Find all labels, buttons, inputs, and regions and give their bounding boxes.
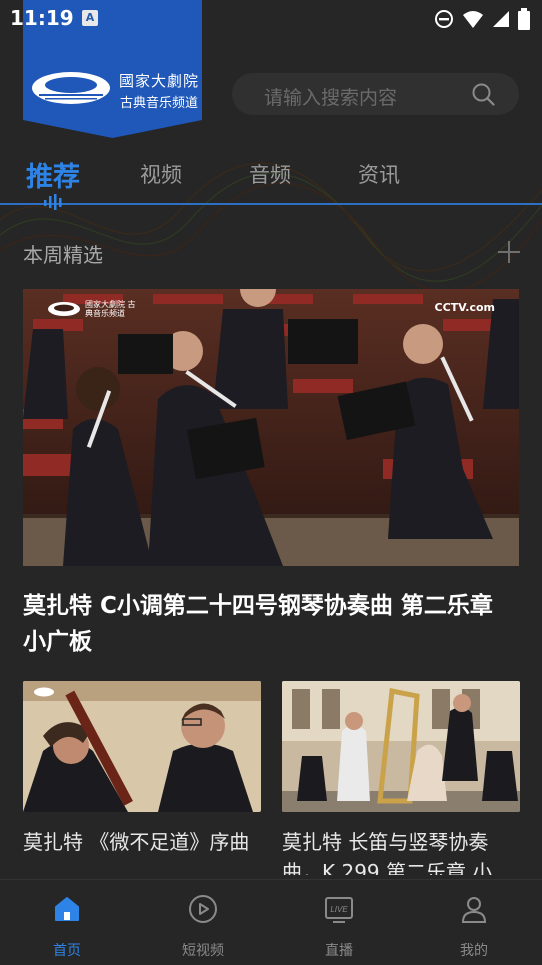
home-icon <box>55 897 79 921</box>
logo-title: 國家大劇院 <box>119 72 200 90</box>
channel-logo-watermark <box>34 687 54 697</box>
live-icon: LIVE <box>325 897 353 923</box>
system-icons <box>434 8 530 30</box>
video-card-thumbnail[interactable] <box>282 681 520 812</box>
section-title: 本周精选 <box>23 243 103 267</box>
tab-indicator-icon <box>44 194 62 210</box>
nav-home[interactable]: 首页 <box>27 894 107 960</box>
bottom-navigation: 首页 短视频 LIVE 直播 我的 <box>0 879 542 965</box>
channel-logo-watermark <box>48 302 80 316</box>
user-icon <box>461 897 487 923</box>
featured-title[interactable]: 莫扎特 C小调第二十四号钢琴协奏曲 第二乐章 小广板 <box>23 588 513 660</box>
svg-text:LIVE: LIVE <box>330 905 348 914</box>
tab-underline <box>0 203 542 205</box>
nav-label: 直播 <box>325 943 353 959</box>
more-plus-icon[interactable] <box>498 241 520 263</box>
nav-label: 短视频 <box>182 943 224 959</box>
bassoon-scene <box>23 681 261 812</box>
search-placeholder: 请输入搜索内容 <box>264 87 398 109</box>
tab-audio[interactable]: 音频 <box>249 159 291 189</box>
wave-decoration <box>0 162 542 293</box>
notification-icon: A <box>82 10 98 26</box>
video-card-title[interactable]: 莫扎特 长笛与竖琴协奏曲，K.299 第二乐章 小 <box>282 827 520 875</box>
wifi-icon <box>463 11 483 28</box>
search-bar[interactable]: 请输入搜索内容 <box>232 73 519 115</box>
category-tabs: 推荐 视频 音频 资讯 <box>0 155 542 203</box>
search-icon[interactable] <box>471 82 495 106</box>
nav-label: 我的 <box>460 943 488 959</box>
status-time: 11:19 <box>10 6 74 30</box>
play-circle-icon <box>189 895 217 923</box>
nav-label: 首页 <box>53 943 81 959</box>
video-card-title[interactable]: 莫扎特 《微不足道》序曲 <box>23 827 261 875</box>
nav-live[interactable]: LIVE 直播 <box>299 894 379 960</box>
nav-short-video[interactable]: 短视频 <box>163 894 243 960</box>
tab-news[interactable]: 资讯 <box>358 159 400 189</box>
featured-video-thumbnail[interactable]: 國家大劇院 古典音乐频道 CCTV.com <box>23 289 519 566</box>
channel-watermark-text: 國家大劇院 古典音乐频道 <box>85 300 136 318</box>
battery-icon <box>518 8 530 30</box>
concert-scene <box>23 289 519 566</box>
video-card-thumbnail[interactable] <box>23 681 261 812</box>
cctv-watermark: CCTV.com <box>434 301 495 314</box>
video-card[interactable]: 莫扎特 《微不足道》序曲 <box>23 681 261 881</box>
tab-video[interactable]: 视频 <box>140 159 182 189</box>
nav-profile[interactable]: 我的 <box>434 894 514 960</box>
do-not-disturb-icon <box>435 10 453 28</box>
tab-recommend[interactable]: 推荐 <box>26 155 80 194</box>
logo-subtitle: 古典音乐频道 <box>120 96 199 111</box>
video-card[interactable]: 莫扎特 长笛与竖琴协奏曲，K.299 第二乐章 小 <box>282 681 520 881</box>
harp-scene <box>282 681 520 812</box>
signal-icon <box>493 11 509 27</box>
ncpa-emblem-icon <box>32 72 110 104</box>
